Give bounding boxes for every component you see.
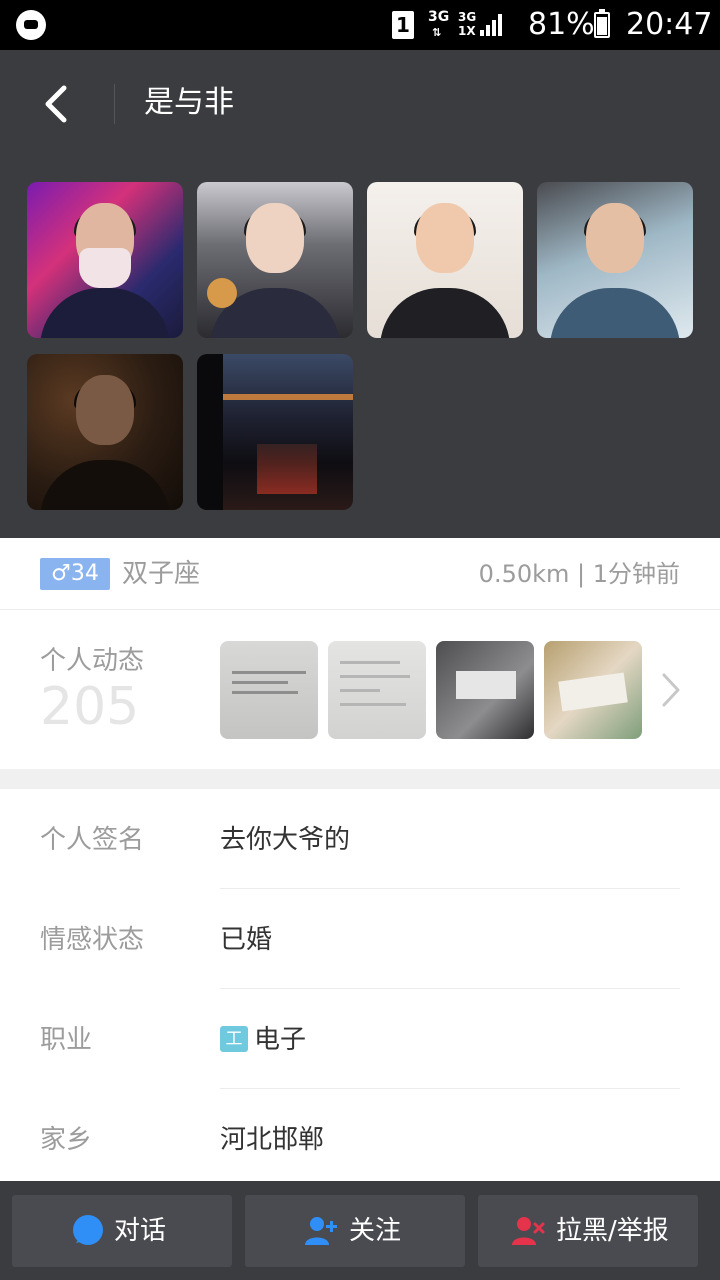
block-report-label: 拉黑/举报	[556, 1216, 669, 1246]
detail-label: 情感状态	[40, 925, 145, 955]
battery-icon	[594, 9, 610, 38]
profile-header: 是与非	[0, 50, 720, 538]
detail-label: 职业	[40, 1025, 93, 1055]
chat-bubble-icon	[73, 1215, 103, 1245]
app-notification-icon	[16, 10, 46, 40]
chevron-right-icon[interactable]	[656, 667, 686, 713]
moment-thumbnail-1[interactable]	[220, 641, 318, 739]
moment-thumbnail-4[interactable]	[544, 641, 642, 739]
header-divider	[114, 84, 115, 124]
chat-label: 对话	[114, 1216, 167, 1246]
chevron-left-icon	[45, 85, 67, 123]
bottom-action-bar: 对话 关注 拉黑/举报	[0, 1181, 720, 1280]
back-button[interactable]	[30, 78, 86, 130]
occupation-icon: 工	[220, 1026, 248, 1052]
profile-photo-4[interactable]	[537, 182, 693, 338]
distance-and-last-active: 0.50km | 1分钟前	[478, 560, 680, 588]
detail-row-relationship: 情感状态 已婚	[40, 889, 680, 989]
detail-row-signature: 个人签名 去你大爷的	[40, 789, 680, 889]
detail-value: 去你大爷的	[220, 825, 351, 855]
block-report-button[interactable]: 拉黑/举报	[478, 1195, 698, 1267]
clock: 20:47	[626, 7, 713, 42]
page-title: 是与非	[144, 85, 234, 120]
chat-button[interactable]: 对话	[12, 1195, 232, 1267]
signal-strength-icon	[480, 14, 502, 36]
moments-label: 个人动态	[40, 646, 145, 676]
detail-value: 电子	[254, 1025, 307, 1055]
face-mask	[79, 248, 131, 288]
moments-count: 205	[40, 677, 140, 737]
network-type-2-top: 3G	[458, 10, 477, 24]
network-type-2-bottom: 1X	[458, 24, 476, 38]
section-divider	[0, 769, 720, 789]
detail-value: 已婚	[220, 925, 273, 955]
follow-label: 关注	[349, 1216, 402, 1246]
male-icon: ♂	[51, 561, 71, 586]
detail-value: 河北邯郸	[220, 1125, 325, 1155]
data-arrows-icon: ⇅	[432, 26, 442, 39]
gender-age-badge: ♂34	[40, 558, 110, 590]
detail-label: 家乡	[40, 1125, 93, 1155]
detail-row-occupation: 职业 工电子	[40, 989, 680, 1089]
moment-thumbnail-3[interactable]	[436, 641, 534, 739]
sim-slot-icon: 1	[392, 11, 414, 39]
personal-moments[interactable]: 个人动态 205	[0, 611, 720, 769]
profile-photo-1[interactable]	[27, 182, 183, 338]
moment-thumbnail-2[interactable]	[328, 641, 426, 739]
profile-info-row: ♂34 双子座 0.50km | 1分钟前	[0, 538, 720, 610]
profile-photo-5[interactable]	[27, 354, 183, 510]
block-user-icon	[512, 1217, 545, 1245]
add-user-icon	[305, 1217, 337, 1245]
profile-photo-3[interactable]	[367, 182, 523, 338]
detail-label: 个人签名	[40, 825, 145, 855]
profile-photo-6[interactable]	[197, 354, 353, 510]
battery-percent: 81%	[528, 7, 595, 42]
network-type-1: 3G	[428, 9, 450, 25]
age-value: 34	[70, 561, 99, 586]
profile-photo-2[interactable]	[197, 182, 353, 338]
detail-row-hometown: 家乡 河北邯郸	[40, 1089, 680, 1189]
zodiac-sign: 双子座	[122, 559, 201, 589]
follow-button[interactable]: 关注	[245, 1195, 465, 1267]
status-bar: 1 3G ⇅ 3G 1X 81% 20:47	[0, 0, 720, 50]
